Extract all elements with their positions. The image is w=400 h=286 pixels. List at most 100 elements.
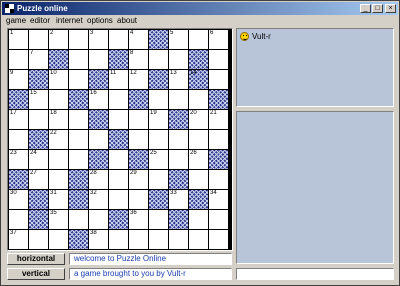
letter-cell[interactable]	[169, 150, 188, 169]
letter-cell[interactable]	[49, 170, 68, 189]
letter-cell[interactable]	[109, 230, 128, 249]
letter-cell[interactable]	[29, 230, 48, 249]
letter-cell[interactable]: 12	[129, 70, 148, 89]
letter-cell[interactable]	[129, 110, 148, 129]
letter-cell[interactable]	[109, 150, 128, 169]
letter-cell[interactable]: 31	[49, 190, 68, 209]
letter-cell[interactable]: 22	[49, 130, 68, 149]
letter-cell[interactable]	[109, 190, 128, 209]
letter-cell[interactable]	[129, 230, 148, 249]
letter-cell[interactable]	[89, 210, 108, 229]
letter-cell[interactable]	[189, 230, 208, 249]
letter-cell[interactable]	[9, 50, 28, 69]
menu-options[interactable]: options	[87, 16, 113, 26]
letter-cell[interactable]	[109, 30, 128, 49]
letter-cell[interactable]	[149, 50, 168, 69]
letter-cell[interactable]	[69, 50, 88, 69]
letter-cell[interactable]: 23	[9, 150, 28, 169]
letter-cell[interactable]	[169, 50, 188, 69]
letter-cell[interactable]: 11	[109, 70, 128, 89]
letter-cell[interactable]: 1	[9, 30, 28, 49]
letter-cell[interactable]	[49, 90, 68, 109]
letter-cell[interactable]	[49, 150, 68, 169]
letter-cell[interactable]	[209, 170, 228, 189]
title-bar[interactable]: Puzzle online _ □ ×	[2, 2, 398, 15]
close-button[interactable]: ×	[385, 4, 396, 13]
chat-log-panel[interactable]	[236, 111, 394, 264]
letter-cell[interactable]: 36	[129, 210, 148, 229]
letter-cell[interactable]	[69, 70, 88, 89]
letter-cell[interactable]: 7	[29, 50, 48, 69]
letter-cell[interactable]: 19	[149, 110, 168, 129]
letter-cell[interactable]	[189, 130, 208, 149]
letter-cell[interactable]	[149, 130, 168, 149]
letter-cell[interactable]: 10	[49, 70, 68, 89]
letter-cell[interactable]	[149, 210, 168, 229]
letter-cell[interactable]: 18	[49, 110, 68, 129]
letter-cell[interactable]: 29	[129, 170, 148, 189]
letter-cell[interactable]: 32	[89, 190, 108, 209]
letter-cell[interactable]	[189, 210, 208, 229]
letter-cell[interactable]	[169, 130, 188, 149]
letter-cell[interactable]: 30	[9, 190, 28, 209]
letter-cell[interactable]: 8	[129, 50, 148, 69]
menu-about[interactable]: about	[117, 16, 137, 26]
letter-cell[interactable]	[189, 90, 208, 109]
letter-cell[interactable]: 27	[29, 170, 48, 189]
letter-cell[interactable]	[69, 30, 88, 49]
letter-cell[interactable]	[169, 230, 188, 249]
menu-editor[interactable]: editor	[30, 16, 50, 26]
chat-input[interactable]	[236, 268, 394, 280]
letter-cell[interactable]	[9, 210, 28, 229]
letter-cell[interactable]: 37	[9, 230, 28, 249]
menu-game[interactable]: game	[6, 16, 26, 26]
letter-cell[interactable]: 24	[29, 150, 48, 169]
letter-cell[interactable]	[149, 230, 168, 249]
letter-cell[interactable]: 2	[49, 30, 68, 49]
letter-cell[interactable]: 4	[129, 30, 148, 49]
horizontal-button[interactable]: horizontal	[7, 253, 65, 265]
letter-cell[interactable]	[209, 130, 228, 149]
letter-cell[interactable]	[49, 230, 68, 249]
letter-cell[interactable]: 16	[89, 90, 108, 109]
letter-cell[interactable]	[89, 50, 108, 69]
letter-cell[interactable]: 17	[9, 110, 28, 129]
letter-cell[interactable]: 9	[9, 70, 28, 89]
letter-cell[interactable]	[69, 150, 88, 169]
letter-cell[interactable]: 6	[209, 30, 228, 49]
letter-cell[interactable]	[149, 90, 168, 109]
letter-cell[interactable]: 3	[89, 30, 108, 49]
letter-cell[interactable]: 35	[49, 210, 68, 229]
letter-cell[interactable]: 21	[209, 110, 228, 129]
letter-cell[interactable]	[109, 90, 128, 109]
letter-cell[interactable]	[109, 110, 128, 129]
letter-cell[interactable]	[9, 130, 28, 149]
letter-cell[interactable]: 28	[89, 170, 108, 189]
letter-cell[interactable]: 5	[169, 30, 188, 49]
user-list-panel[interactable]: Vult-r	[236, 28, 394, 107]
letter-cell[interactable]	[129, 190, 148, 209]
letter-cell[interactable]: 38	[89, 230, 108, 249]
letter-cell[interactable]: 25	[149, 150, 168, 169]
letter-cell[interactable]	[189, 170, 208, 189]
vertical-button[interactable]: vertical	[7, 268, 65, 280]
letter-cell[interactable]	[209, 50, 228, 69]
letter-cell[interactable]	[29, 110, 48, 129]
letter-cell[interactable]	[209, 70, 228, 89]
letter-cell[interactable]	[209, 230, 228, 249]
letter-cell[interactable]	[169, 90, 188, 109]
letter-cell[interactable]	[89, 130, 108, 149]
letter-cell[interactable]	[29, 30, 48, 49]
letter-cell[interactable]: 15	[29, 90, 48, 109]
letter-cell[interactable]: 20	[189, 110, 208, 129]
letter-cell[interactable]	[69, 210, 88, 229]
letter-cell[interactable]	[129, 130, 148, 149]
letter-cell[interactable]: 33	[169, 190, 188, 209]
letter-cell[interactable]	[109, 170, 128, 189]
letter-cell[interactable]	[149, 170, 168, 189]
letter-cell[interactable]: 13	[169, 70, 188, 89]
minimize-button[interactable]: _	[360, 4, 371, 13]
menu-internet[interactable]: internet	[56, 16, 83, 26]
letter-cell[interactable]	[209, 210, 228, 229]
maximize-button[interactable]: □	[372, 4, 383, 13]
